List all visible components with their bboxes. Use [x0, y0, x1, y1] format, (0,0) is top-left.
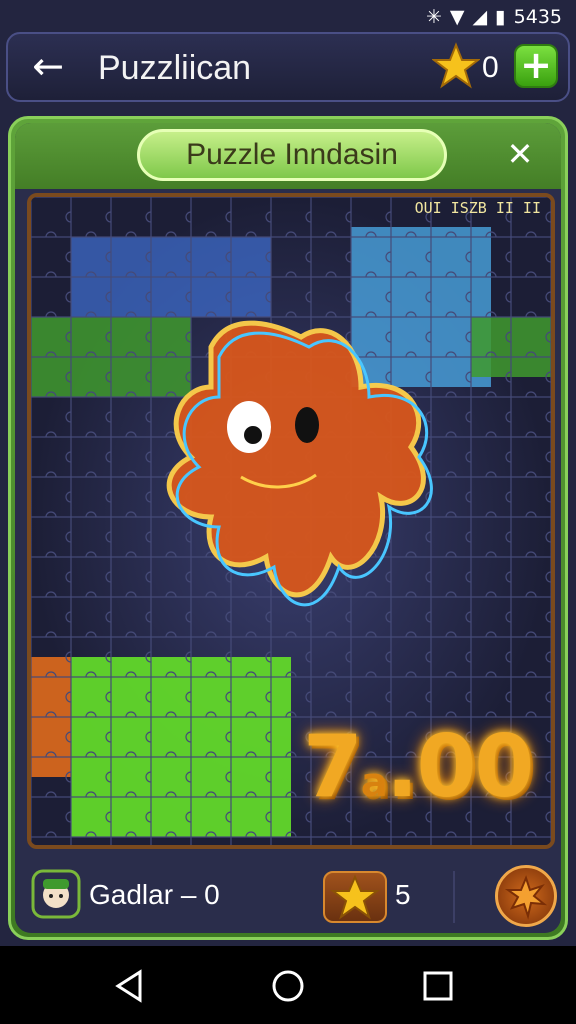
back-triangle-icon[interactable] — [110, 966, 150, 1006]
back-arrow-icon[interactable]: ← — [26, 46, 70, 90]
puzzle-title: Puzzle Inndasin — [137, 129, 447, 181]
app-bar: ← Puzzliican 0 + — [6, 32, 570, 102]
star-icon — [330, 874, 380, 920]
player-label: Gadlar – 0 — [89, 879, 220, 910]
status-time: 5435 — [513, 6, 562, 28]
bonus-digit: 7 — [303, 717, 363, 817]
battery-icon: ▮ — [495, 6, 506, 28]
add-stars-button[interactable]: + — [514, 44, 558, 88]
puzzle-panel: Puzzle Inndasin ✕ OUI ISZB II II 7a.00 G… — [8, 116, 568, 940]
home-circle-icon[interactable] — [268, 966, 308, 1006]
app-title: Puzzliican — [98, 49, 252, 87]
system-nav-bar — [0, 946, 576, 1024]
plus-icon: + — [520, 43, 552, 87]
bonus-small: a — [360, 760, 388, 806]
board-code: OUI ISZB II II — [414, 199, 541, 217]
panel-inner: Puzzle Inndasin ✕ OUI ISZB II II 7a.00 G… — [15, 123, 561, 933]
puzzle-board[interactable]: OUI ISZB II II 7a.00 — [27, 193, 555, 849]
score-button[interactable] — [323, 871, 387, 923]
footer-divider — [453, 871, 455, 923]
avatar-icon[interactable] — [31, 869, 81, 919]
close-icon[interactable]: ✕ — [501, 135, 539, 173]
settings-icon: ✳ — [426, 6, 442, 28]
signal-icon: ◢ — [472, 6, 488, 28]
wifi-icon: ▼ — [449, 6, 465, 28]
status-bar: ✳ ▼ ◢ ▮ 5435 — [0, 0, 576, 34]
bonus-zeros: 00 — [416, 717, 535, 817]
star-count: 0 — [482, 51, 499, 84]
creature-eye-right — [295, 407, 319, 443]
bonus-score: 7a.00 — [303, 717, 535, 817]
burst-icon — [504, 875, 548, 920]
score-count: 5 — [395, 879, 411, 910]
recents-square-icon[interactable] — [418, 966, 458, 1006]
action-button[interactable] — [495, 865, 557, 927]
star-icon — [432, 42, 480, 89]
bonus-dot: . — [385, 717, 419, 817]
panel-header: Puzzle Inndasin ✕ — [15, 123, 561, 189]
